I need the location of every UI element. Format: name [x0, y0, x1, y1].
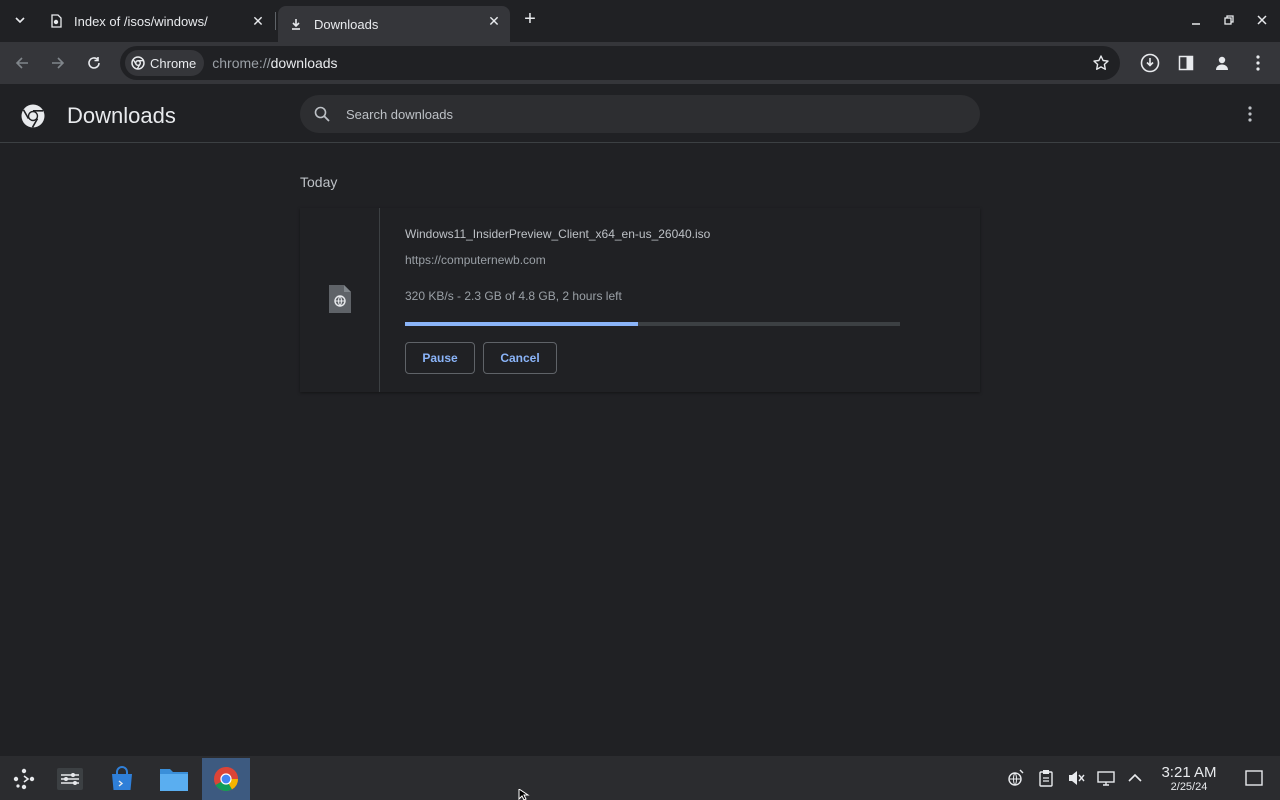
chevron-up-icon[interactable]: [1125, 768, 1145, 788]
chip-label: Chrome: [150, 55, 197, 71]
display-icon[interactable]: [1096, 768, 1116, 788]
clock-date: 2/25/24: [1170, 781, 1208, 793]
tab-strip: Index of /isos/windows/ ✕ Downloads ✕ +: [0, 0, 1280, 42]
pause-button[interactable]: Pause: [405, 342, 475, 374]
search-input[interactable]: [346, 106, 946, 122]
minimize-icon[interactable]: [1186, 10, 1206, 30]
downloads-header: Downloads: [0, 84, 1280, 143]
downloads-toolbar-icon[interactable]: [1139, 52, 1161, 74]
tab-index-isos[interactable]: Index of /isos/windows/ ✕: [38, 6, 274, 36]
address-bar[interactable]: Chrome chrome://downloads: [120, 46, 1120, 80]
mouse-cursor-icon: [518, 789, 530, 800]
restore-icon[interactable]: [1219, 10, 1239, 30]
show-desktop-icon[interactable]: [1244, 768, 1264, 788]
muted-speaker-icon[interactable]: [1066, 768, 1086, 788]
browser-menu-icon[interactable]: [1247, 52, 1269, 74]
profile-icon[interactable]: [1211, 52, 1233, 74]
system-clock[interactable]: 3:21 AM 2/25/24: [1150, 764, 1228, 793]
download-icon: [288, 16, 304, 32]
tab-title: Downloads: [314, 16, 379, 32]
tab-search-icon[interactable]: [6, 6, 34, 34]
download-item: Windows11_InsiderPreview_Client_x64_en-u…: [300, 208, 980, 392]
taskbar: 3:21 AM 2/25/24: [0, 756, 1280, 800]
search-icon: [314, 106, 330, 122]
download-progress-fill: [405, 322, 638, 326]
download-filename[interactable]: Windows11_InsiderPreview_Client_x64_en-u…: [405, 227, 710, 241]
date-section-heading: Today: [300, 174, 338, 190]
more-actions-icon[interactable]: [1242, 104, 1258, 124]
file-manager-icon[interactable]: [150, 758, 198, 800]
file-icon-area: [300, 208, 380, 392]
site-chip[interactable]: Chrome: [125, 50, 205, 76]
download-source-url[interactable]: https://computernewb.com: [405, 253, 546, 267]
new-tab-icon[interactable]: +: [518, 8, 542, 32]
chrome-logo-icon: [131, 56, 145, 70]
app-launcher-icon[interactable]: [0, 758, 48, 800]
chrome-logo-icon: [20, 103, 46, 129]
close-icon[interactable]: ✕: [486, 13, 502, 29]
reload-icon[interactable]: [82, 51, 106, 75]
page-title: Downloads: [67, 103, 176, 128]
chrome-icon[interactable]: [202, 758, 250, 800]
bookmark-star-icon[interactable]: [1092, 54, 1110, 72]
tab-divider: [275, 12, 276, 30]
url-text: chrome://downloads: [212, 55, 337, 71]
forward-icon[interactable]: [46, 51, 70, 75]
downloads-list: Today Windows11_InsiderPreview_Client_x6…: [0, 144, 1280, 756]
search-box[interactable]: [300, 95, 980, 133]
tab-title: Index of /isos/windows/: [74, 13, 208, 29]
clipboard-icon[interactable]: [1036, 768, 1056, 788]
download-status: 320 KB/s - 2.3 GB of 4.8 GB, 2 hours lef…: [405, 289, 622, 303]
file-icon: [329, 285, 351, 313]
cancel-button[interactable]: Cancel: [483, 342, 557, 374]
back-icon[interactable]: [10, 51, 34, 75]
network-icon[interactable]: [1006, 768, 1026, 788]
browser-toolbar: Chrome chrome://downloads: [0, 42, 1280, 84]
settings-sliders-icon[interactable]: [46, 758, 94, 800]
url-scheme: chrome://: [212, 55, 271, 71]
page-icon: [48, 13, 64, 29]
side-panel-icon[interactable]: [1175, 52, 1197, 74]
store-bag-icon[interactable]: [98, 758, 146, 800]
clock-time: 3:21 AM: [1161, 764, 1217, 781]
close-icon[interactable]: ✕: [250, 13, 266, 29]
download-progress-bar: [405, 322, 900, 326]
close-window-icon[interactable]: [1252, 10, 1272, 30]
tab-downloads[interactable]: Downloads ✕: [278, 6, 510, 42]
url-host: downloads: [270, 55, 338, 71]
